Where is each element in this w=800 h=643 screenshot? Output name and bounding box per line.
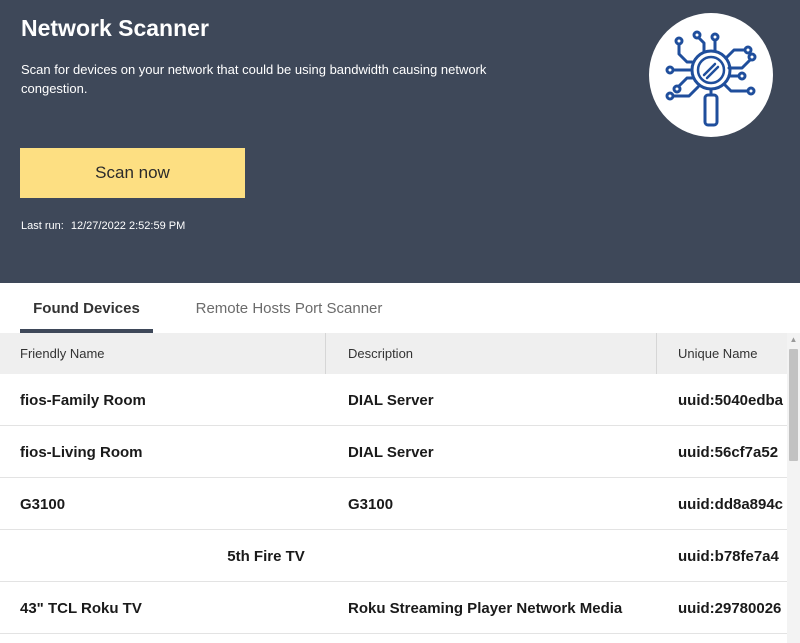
network-scan-logo [649, 13, 773, 137]
tab-remote-hosts-label: Remote Hosts Port Scanner [195, 299, 383, 317]
page-description: Scan for devices on your network that co… [21, 62, 487, 96]
table-row[interactable]: 43" TCL Roku TV Roku Streaming Player Ne… [0, 582, 787, 634]
scrollbar-thumb[interactable] [789, 349, 798, 461]
cell-unique-name: uuid:b78fe7a4 [678, 547, 779, 565]
table-header: Friendly Name Description Unique Name [0, 333, 787, 374]
table-row[interactable]: fios-Family Room DIAL Server uuid:5040ed… [0, 374, 787, 426]
last-run-info: Last run: 12/27/2022 2:52:59 PM [21, 220, 185, 232]
tab-found-devices-label: Found Devices [33, 299, 140, 317]
cell-description: DIAL Server [348, 391, 434, 409]
cell-unique-name: uuid:29780026 [678, 599, 782, 617]
devices-table: Friendly Name Description Unique Name fi… [0, 333, 787, 634]
column-header-description[interactable]: Description [326, 333, 657, 374]
network-scan-magnifier-icon [665, 30, 757, 127]
cell-friendly-name: fios-Living Room [20, 443, 143, 461]
last-run-value: 12/27/2022 2:52:59 PM [70, 220, 186, 232]
cell-unique-name: uuid:5040edba [678, 391, 784, 409]
page-title: Network Scanner [21, 15, 209, 41]
cell-unique-name: uuid:56cf7a52 [678, 443, 779, 461]
cell-friendly-name: 43" TCL Roku TV [20, 599, 142, 617]
scroll-up-arrow-icon[interactable]: ▲ [789, 335, 798, 344]
header-panel: Network Scanner Scan for devices on your… [0, 0, 800, 283]
tab-found-devices[interactable]: Found Devices [20, 283, 153, 333]
cell-friendly-name: 5th Fire TV [227, 547, 305, 565]
last-run-label: Last run: [21, 220, 64, 232]
cell-description: G3100 [348, 495, 394, 513]
cell-description: DIAL Server [348, 443, 434, 461]
table-row[interactable]: fios-Living Room DIAL Server uuid:56cf7a… [0, 426, 787, 478]
column-header-friendly-name[interactable]: Friendly Name [0, 333, 326, 374]
column-header-unique-name[interactable]: Unique Name [657, 333, 787, 374]
table-row[interactable]: G3100 G3100 uuid:dd8a894c [0, 478, 787, 530]
table-row[interactable]: 5th Fire TV uuid:b78fe7a4 [0, 530, 787, 582]
scan-now-button[interactable]: Scan now [20, 148, 245, 198]
cell-unique-name: uuid:dd8a894c [678, 495, 784, 513]
tab-remote-hosts-port-scanner[interactable]: Remote Hosts Port Scanner [185, 283, 393, 333]
cell-friendly-name: G3100 [20, 495, 66, 513]
cell-description: Roku Streaming Player Network Media [348, 599, 623, 617]
cell-friendly-name: fios-Family Room [20, 391, 146, 409]
vertical-scrollbar[interactable]: ▲ [787, 333, 800, 643]
tab-bar: Found Devices Remote Hosts Port Scanner [0, 283, 800, 333]
